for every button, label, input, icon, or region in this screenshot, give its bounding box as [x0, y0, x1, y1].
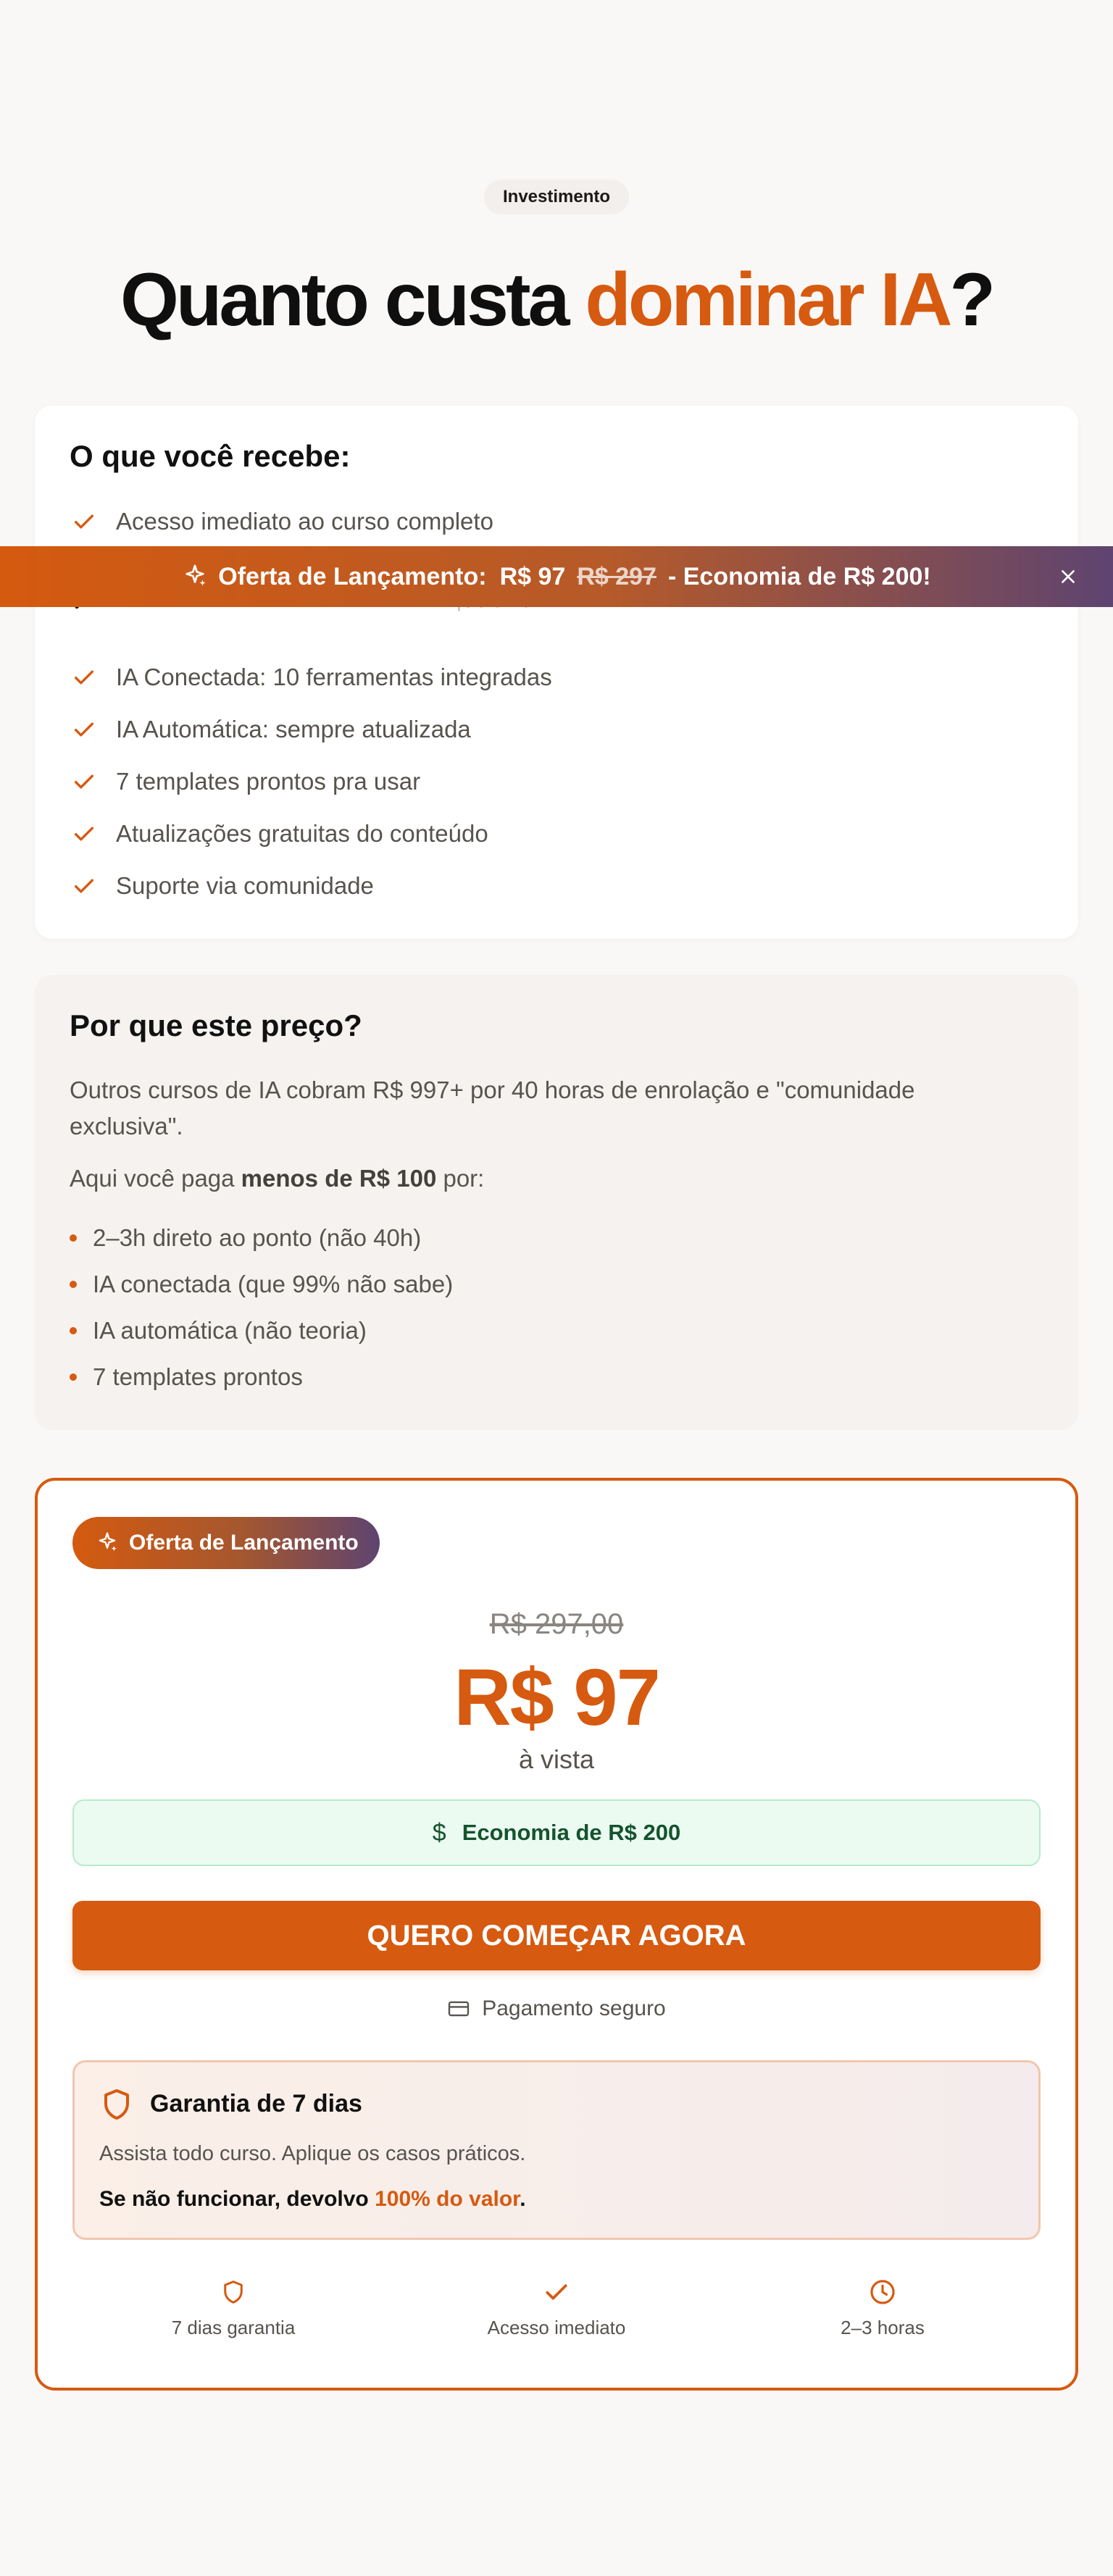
feature-label: Acesso imediato ao curso completo — [116, 508, 493, 535]
check-icon — [433, 2278, 680, 2307]
stat-duration: 2–3 horas — [759, 2278, 1006, 2339]
offer-badge-label: Oferta de Lançamento — [129, 1531, 359, 1555]
savings-label: Economia de R$ 200 — [462, 1820, 681, 1845]
check-icon — [70, 819, 99, 848]
feature-item: 7 templates prontos pra usar — [70, 761, 420, 802]
check-icon — [70, 871, 99, 900]
stat-access: Acesso imediato — [433, 2278, 680, 2339]
banner-label: Oferta de Lançamento: — [218, 562, 487, 590]
feature-item: Atualizações gratuitas do conteúdo — [70, 814, 488, 854]
feature-item: IA Automática: sempre atualizada — [70, 709, 471, 750]
stat-label: 2–3 horas — [841, 2317, 925, 2338]
guarantee-box: Garantia de 7 dias Assista todo curso. A… — [72, 2060, 1041, 2240]
bullet-dot — [70, 1327, 77, 1334]
title-suffix: ? — [949, 258, 996, 342]
page-title: Quanto custa dominar IA? — [0, 257, 1113, 343]
buy-now-button[interactable]: QUERO COMEÇAR AGORA — [72, 1901, 1041, 1970]
section-pill: Investimento — [483, 180, 630, 214]
current-price: R$ 97 — [454, 1653, 661, 1742]
check-icon — [70, 663, 99, 692]
pay-prefix: Aqui você paga — [70, 1165, 241, 1192]
credit-card-icon — [447, 1999, 470, 2018]
check-icon — [70, 507, 99, 536]
guarantee-foot-prefix: Se não funcionar, devolvo — [99, 2187, 375, 2211]
banner-savings: - Economia de R$ 200! — [667, 562, 931, 590]
stat-label: Acesso imediato — [487, 2317, 626, 2338]
list-item: 7 templates prontos — [70, 1363, 303, 1391]
feature-label: IA Conectada: 10 ferramentas integradas — [116, 664, 552, 690]
pricing-card: Oferta de Lançamento R$ 297,00 R$ 97 à v… — [35, 1478, 1078, 2391]
check-icon — [70, 715, 99, 744]
feature-label: 7 templates prontos pra usar — [116, 768, 421, 795]
sparkle-icon — [182, 564, 208, 590]
list-item: 2–3h direto ao ponto (não 40h) — [70, 1224, 421, 1252]
list-item: IA conectada (que 99% não sabe) — [70, 1271, 453, 1298]
why-title: Por que este preço? — [70, 1008, 362, 1042]
title-prefix: Quanto custa — [120, 258, 585, 342]
savings-badge: $ Economia de R$ 200 — [72, 1799, 1041, 1866]
included-card: O que você recebe: Acesso imediato ao cu… — [35, 406, 1078, 939]
pay-suffix: por: — [436, 1165, 485, 1192]
bullet-dot — [70, 1373, 77, 1381]
guarantee-footer: Se não funcionar, devolvo 100% do valor. — [99, 2187, 526, 2212]
title-accent: dominar IA — [585, 258, 952, 342]
why-paragraph: Outros cursos de IA cobram R$ 997+ por 4… — [70, 1076, 915, 1139]
why-pay-line: Aqui você paga menos de R$ 100 por: — [70, 1165, 484, 1192]
stat-guarantee: 7 dias garantia — [110, 2278, 357, 2339]
why-price-card: Por que este preço? Outros cursos de IA … — [35, 975, 1078, 1430]
list-item: IA automática (não teoria) — [70, 1317, 367, 1345]
guarantee-foot-suffix: . — [520, 2187, 526, 2211]
guarantee-title: Garantia de 7 dias — [150, 2090, 362, 2117]
feature-item: Suporte via comunidade — [70, 866, 374, 906]
bullet-label: IA conectada (que 99% não sabe) — [93, 1271, 454, 1297]
check-icon — [70, 767, 99, 796]
guarantee-desc: Assista todo curso. Aplique os casos prá… — [99, 2142, 526, 2165]
feature-item: Acesso imediato ao curso completo — [70, 501, 493, 542]
shield-icon — [99, 2087, 134, 2125]
banner-old-price: R$ 297 — [577, 562, 656, 590]
secure-label: Pagamento seguro — [482, 1996, 666, 2020]
clock-icon — [759, 2278, 1006, 2307]
bullet-dot — [70, 1234, 77, 1242]
bullet-dot — [70, 1281, 77, 1288]
offer-banner[interactable]: Oferta de Lançamento: R$ 97 R$ 297 - Eco… — [0, 546, 1113, 607]
feature-label: Suporte via comunidade — [116, 872, 374, 899]
feature-item: IA Conectada: 10 ferramentas integradas — [70, 657, 552, 698]
included-title: O que você recebe: — [70, 439, 351, 473]
sparkle-icon — [96, 1531, 119, 1555]
bullet-label: IA automática (não teoria) — [93, 1317, 367, 1344]
close-icon[interactable] — [1054, 562, 1083, 591]
pay-bold: menos de R$ 100 — [241, 1165, 437, 1192]
banner-price: R$ 97 — [499, 562, 566, 590]
payment-terms: à vista — [518, 1744, 595, 1774]
old-price: R$ 297,00 — [489, 1608, 624, 1640]
bullet-label: 7 templates prontos — [93, 1363, 303, 1390]
shield-icon — [110, 2278, 357, 2307]
bullet-label: 2–3h direto ao ponto (não 40h) — [93, 1224, 422, 1251]
offer-badge: Oferta de Lançamento — [72, 1517, 380, 1569]
feature-label: Atualizações gratuitas do conteúdo — [116, 820, 488, 847]
stat-label: 7 dias garantia — [171, 2317, 296, 2338]
guarantee-foot-accent: 100% do valor — [375, 2187, 520, 2211]
secure-payment: Pagamento seguro — [38, 1996, 1075, 2021]
feature-label: IA Automática: sempre atualizada — [116, 716, 471, 743]
dollar-icon: $ — [432, 1818, 446, 1847]
